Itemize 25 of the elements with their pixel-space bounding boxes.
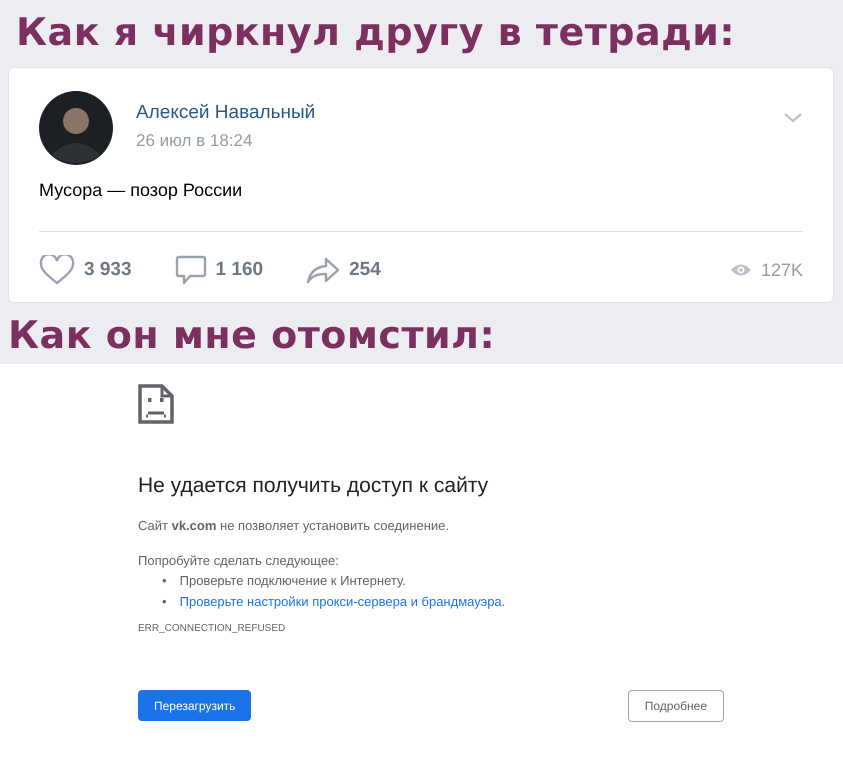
post-date: 26 июл в 18:24 xyxy=(136,131,254,151)
meme-caption: Как я чиркнул другу в тетради: xyxy=(16,10,736,54)
post-text: Мусора — позор России xyxy=(39,180,244,201)
proxy-settings-link[interactable]: Проверьте настройки прокси-сервера и брандмауэра. xyxy=(180,594,506,609)
reload-button[interactable]: Перезагрузить xyxy=(138,690,252,721)
error-message: Сайт vk.com не позволяет установить соединение. xyxy=(138,518,450,533)
error-code: ERR_CONNECTION_REFUSED xyxy=(138,623,286,634)
chevron-down-icon[interactable] xyxy=(783,112,803,124)
action-count: 254 xyxy=(349,259,381,281)
suggestions-intro: Попробуйте сделать следующее: xyxy=(138,553,340,568)
details-button[interactable]: Подробнее xyxy=(628,690,724,722)
sad-document-icon xyxy=(138,384,174,424)
author-link[interactable]: Алексей Навальный xyxy=(136,102,316,124)
bullet: • xyxy=(162,573,168,588)
view-count: 127K xyxy=(760,260,803,280)
action-count: 3 933 xyxy=(84,259,132,281)
suggestion-text: Проверьте подключение к Интернету. xyxy=(180,573,406,588)
error-heading: Не удается получить доступ к сайту xyxy=(138,474,490,498)
meme-caption: Как он мне отомстил: xyxy=(8,313,496,357)
share-arrow-icon[interactable] xyxy=(306,256,340,284)
bullet: • xyxy=(162,594,168,609)
action-count: 1 160 xyxy=(216,259,264,281)
eye-icon xyxy=(730,263,752,277)
heart-icon[interactable] xyxy=(39,255,75,285)
comment-icon[interactable] xyxy=(174,254,207,286)
